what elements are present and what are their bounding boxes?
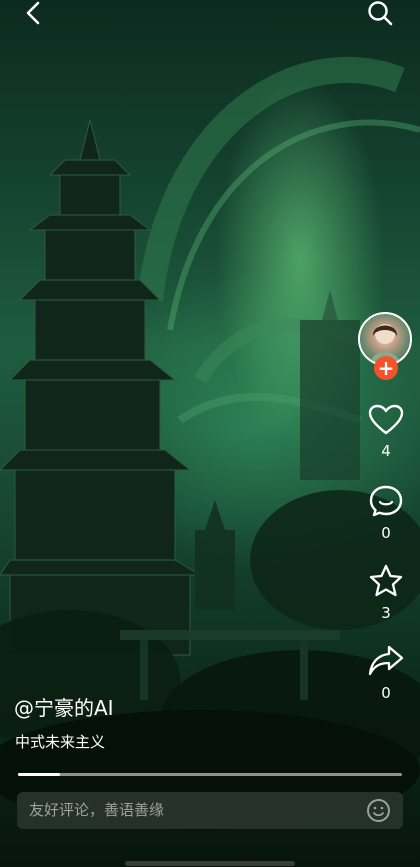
- share-action[interactable]: 0: [356, 644, 416, 702]
- home-indicator: [125, 861, 295, 866]
- comment-action[interactable]: 0: [356, 484, 416, 542]
- back-button[interactable]: [22, 0, 46, 26]
- favorite-action[interactable]: 3: [356, 564, 416, 622]
- video-progress-fill: [18, 773, 61, 776]
- top-bar: [0, 0, 420, 28]
- video-description: 中式未来主义: [15, 733, 106, 751]
- comment-input[interactable]: 友好评论，善语善缘: [17, 792, 403, 829]
- author-name[interactable]: @宁豪的AI: [14, 694, 114, 722]
- back-icon: [26, 1, 40, 25]
- emoji-icon: [367, 799, 390, 822]
- like-action[interactable]: 4: [356, 404, 416, 460]
- favorite-count: 3: [381, 604, 391, 622]
- like-count: 4: [381, 442, 391, 460]
- video-progress-bar[interactable]: [18, 773, 402, 776]
- comment-placeholder: 友好评论，善语善缘: [29, 801, 165, 819]
- heart-icon: [368, 404, 404, 435]
- comment-count: 0: [381, 524, 391, 542]
- star-icon: [369, 564, 403, 597]
- search-button[interactable]: [366, 0, 394, 28]
- emoji-button[interactable]: [366, 798, 391, 823]
- search-icon: [368, 1, 393, 26]
- comment-icon: [369, 485, 403, 517]
- share-icon: [368, 645, 404, 676]
- share-count: 0: [381, 684, 391, 702]
- follow-button[interactable]: +: [374, 356, 398, 380]
